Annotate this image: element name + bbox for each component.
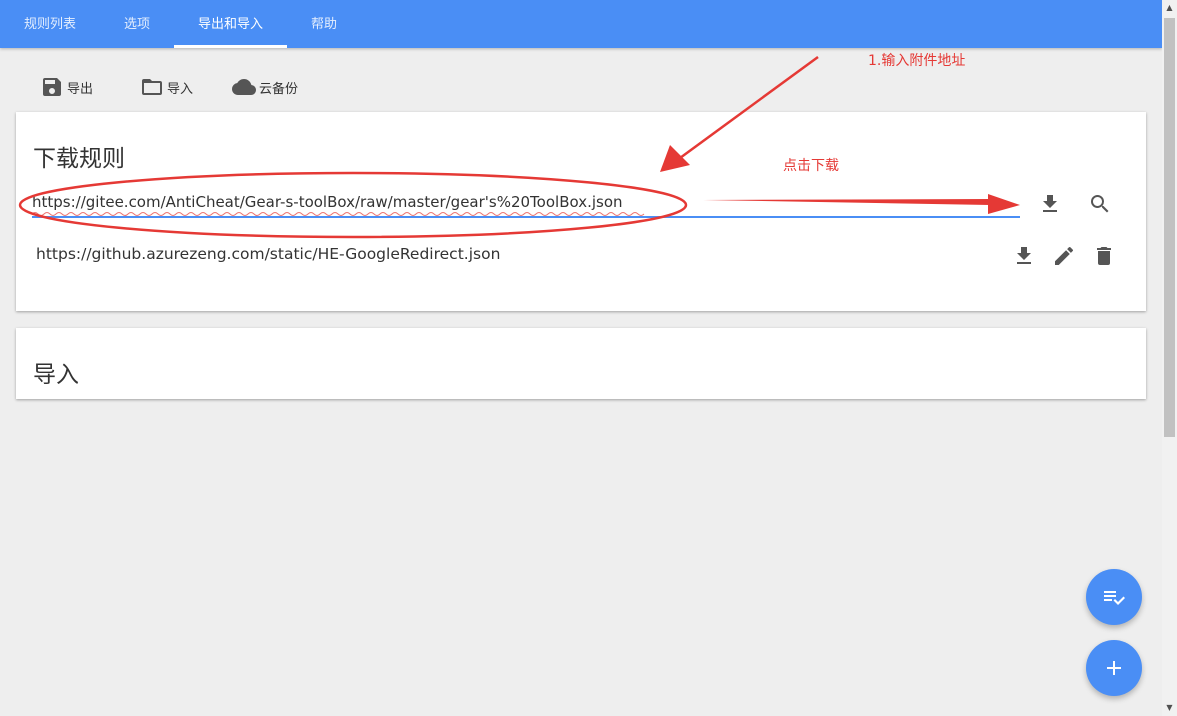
annotation-click-download: 点击下载 [783, 158, 839, 174]
tab-rule-list[interactable]: 规则列表 [0, 0, 100, 48]
export-label: 导出 [67, 81, 94, 97]
annotation-step1: 1.输入附件地址 [868, 53, 966, 69]
search-button[interactable] [1086, 190, 1114, 218]
top-app-bar: 规则列表 选项 导出和导入 帮助 [0, 0, 1162, 48]
cloud-icon [232, 79, 256, 95]
save-icon [43, 78, 61, 96]
import-card-title: 导入 [33, 362, 79, 388]
add-icon [1107, 661, 1121, 675]
rule-edit-button[interactable] [1050, 242, 1078, 270]
scrollbar-thumb[interactable] [1164, 18, 1175, 437]
cloud-backup-label: 云备份 [259, 81, 299, 97]
download-button[interactable] [1036, 190, 1064, 218]
add-rule-fab[interactable] [1086, 640, 1142, 696]
export-button[interactable]: 导出 [40, 72, 93, 102]
tab-help[interactable]: 帮助 [287, 0, 361, 48]
scroll-down-arrow[interactable]: ▼ [1162, 700, 1177, 716]
playlist-check-icon [1104, 591, 1125, 605]
scroll-up-arrow[interactable]: ▲ [1162, 0, 1177, 16]
cloud-backup-button[interactable]: 云备份 [232, 72, 298, 102]
download-icon [1043, 195, 1057, 212]
download-icon [1017, 247, 1031, 264]
tab-export-import[interactable]: 导出和导入 [174, 0, 287, 48]
rule-download-button[interactable] [1010, 242, 1038, 270]
import-button[interactable]: 导入 [140, 72, 193, 102]
download-card-title: 下载规则 [33, 146, 125, 172]
import-label: 导入 [167, 81, 194, 97]
playlist-check-fab[interactable] [1086, 569, 1142, 625]
delete-icon [1097, 247, 1111, 265]
rule-delete-button[interactable] [1090, 242, 1118, 270]
tab-options[interactable]: 选项 [100, 0, 174, 48]
search-icon [1091, 195, 1109, 213]
edit-icon [1055, 246, 1074, 265]
import-card [16, 328, 1146, 399]
folder-icon [142, 79, 162, 95]
rule-url-input[interactable] [32, 188, 1020, 218]
active-tab-indicator [174, 45, 287, 48]
rule-list-item-url: https://github.azurezeng.com/static/HE-G… [36, 245, 501, 263]
